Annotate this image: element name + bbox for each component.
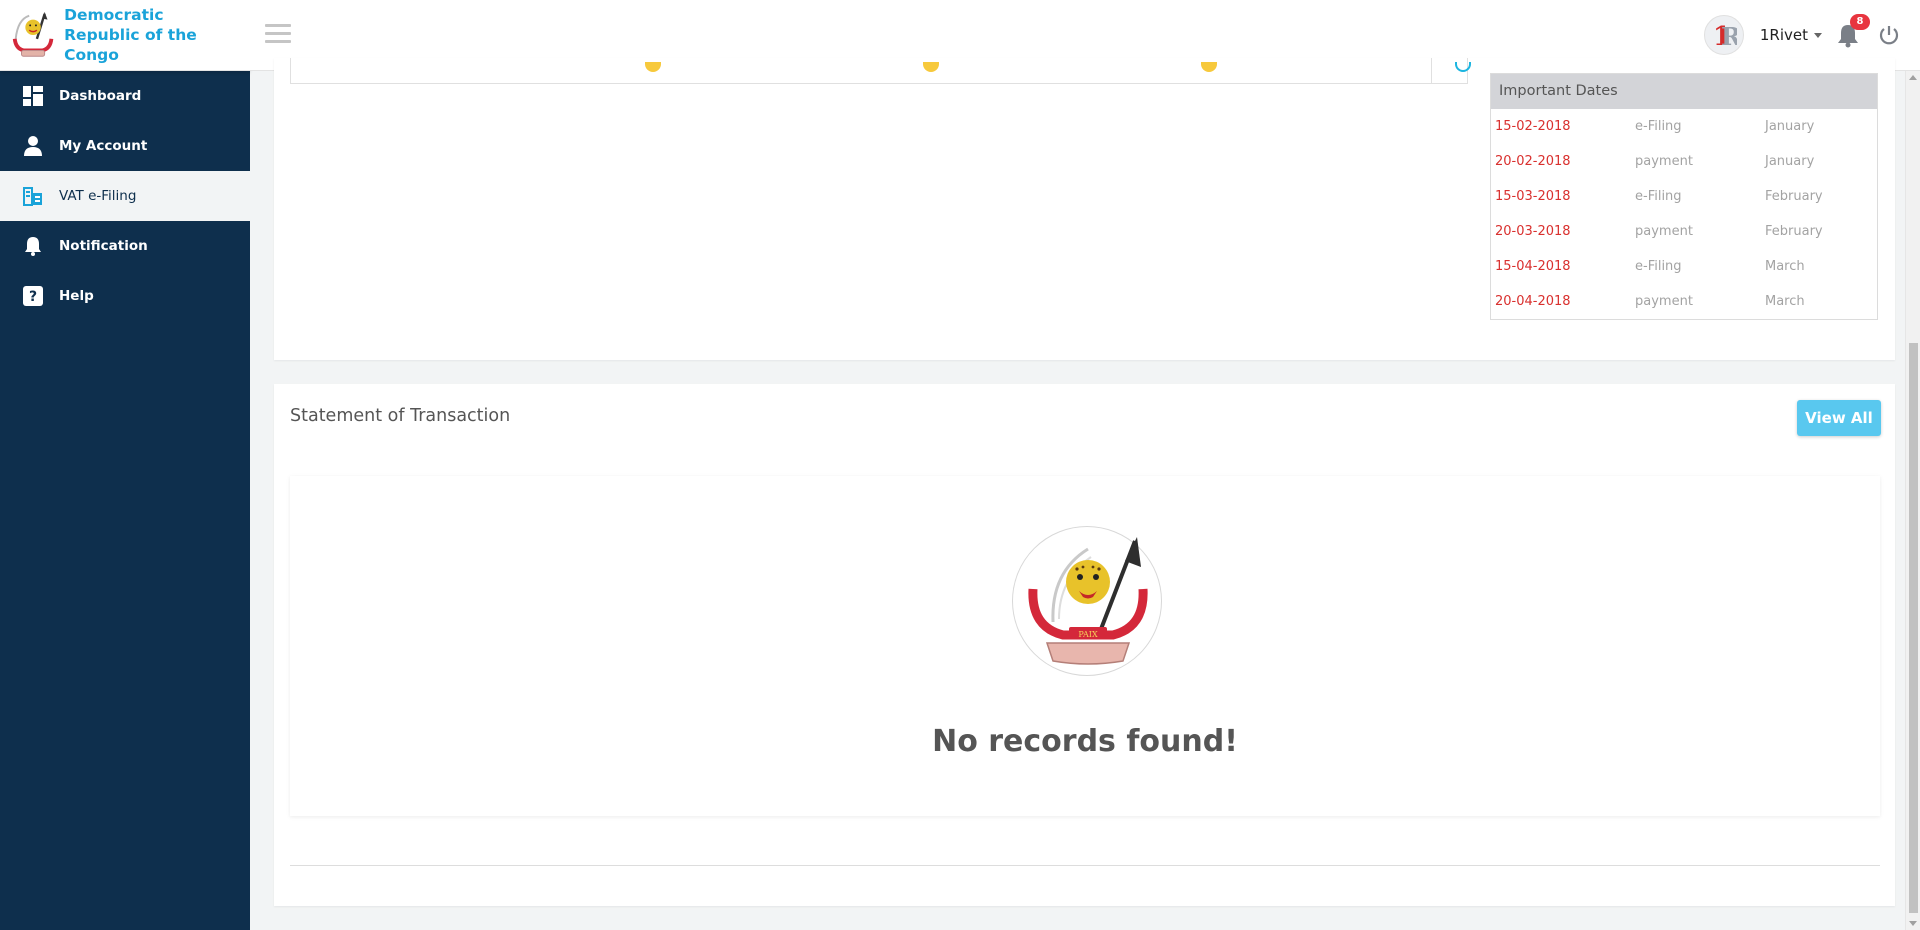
user-menu-dropdown[interactable]: 1Rivet — [1760, 26, 1822, 44]
empty-message: No records found! — [932, 724, 1238, 759]
brand-title-line2: Republic of the Congo — [64, 26, 197, 64]
svg-text:PAIX: PAIX — [1078, 630, 1098, 639]
type-cell: payment — [1635, 224, 1693, 239]
sidebar-item-label: Dashboard — [59, 88, 142, 104]
sidebar-item-label: VAT e-Filing — [59, 188, 137, 204]
table-row: 15-04-2018 e-Filing March — [1491, 249, 1877, 284]
coat-of-arms-emblem: PAIX — [1012, 526, 1162, 676]
user-avatar[interactable]: 1 R — [1703, 15, 1744, 55]
table-row: 20-04-2018 payment March — [1491, 284, 1877, 319]
statement-title: Statement of Transaction — [290, 406, 511, 426]
coat-of-arms-logo — [12, 11, 54, 57]
brand-title-line1: Democratic — [64, 6, 164, 24]
sidebar-nav: Dashboard My Account VAT e-Filing Notifi… — [0, 71, 250, 321]
progress-step-marker — [1455, 62, 1471, 72]
power-logout-icon[interactable] — [1878, 24, 1900, 46]
statement-card: Statement of Transaction View All PAIX N… — [274, 384, 1895, 906]
sidebar-item-vat-efiling[interactable]: VAT e-Filing — [0, 171, 250, 221]
type-cell: payment — [1635, 294, 1693, 309]
sidebar-item-label: Help — [59, 288, 94, 304]
sidebar-item-label: Notification — [59, 238, 148, 254]
month-cell: March — [1765, 259, 1805, 274]
scroll-up-arrow-icon[interactable] — [1909, 75, 1917, 80]
menu-toggle-icon[interactable] — [265, 24, 291, 46]
sidebar-item-dashboard[interactable]: Dashboard — [0, 71, 250, 121]
help-icon: ? — [22, 285, 44, 307]
date-cell: 20-03-2018 — [1495, 224, 1571, 239]
notification-bell[interactable]: 8 — [1836, 14, 1870, 48]
important-dates-table: Important Dates 15-02-2018 e-Filing Janu… — [1490, 73, 1878, 320]
filing-progress-tracker — [290, 58, 1471, 84]
overview-card: Important Dates 15-02-2018 e-Filing Janu… — [274, 58, 1895, 360]
progress-step-marker — [1201, 62, 1217, 72]
month-cell: January — [1765, 154, 1815, 169]
view-all-button[interactable]: View All — [1797, 400, 1881, 436]
sidebar-item-label: My Account — [59, 138, 148, 154]
user-name: 1Rivet — [1759, 26, 1808, 44]
date-cell: 15-03-2018 — [1495, 189, 1571, 204]
month-cell: January — [1765, 119, 1815, 134]
sidebar-item-help[interactable]: ? Help — [0, 271, 250, 321]
svg-text:R: R — [1721, 22, 1737, 49]
user-area: 1 R 1Rivet 8 — [1703, 14, 1900, 56]
scrollbar-thumb[interactable] — [1909, 343, 1918, 913]
type-cell: e-Filing — [1635, 119, 1682, 134]
page-scrollbar[interactable] — [1905, 71, 1920, 930]
month-cell: February — [1765, 189, 1823, 204]
date-cell: 15-04-2018 — [1495, 259, 1571, 274]
scroll-down-arrow-icon[interactable] — [1909, 921, 1917, 926]
date-cell: 20-04-2018 — [1495, 294, 1571, 309]
notification-count-badge: 8 — [1850, 14, 1870, 30]
vat-filing-icon — [22, 185, 44, 207]
dashboard-grid-icon — [22, 85, 44, 107]
table-row: 20-02-2018 payment January — [1491, 144, 1877, 179]
sidebar: Democratic Republic of the Congo Dashboa… — [0, 0, 250, 930]
progress-step-marker — [645, 62, 661, 72]
empty-state: PAIX No records found! — [290, 476, 1880, 816]
progress-step-marker — [923, 62, 939, 72]
sidebar-item-my-account[interactable]: My Account — [0, 121, 250, 171]
rivet-logo-icon: 1 R — [1713, 22, 1737, 49]
date-cell: 15-02-2018 — [1495, 119, 1571, 134]
type-cell: e-Filing — [1635, 259, 1682, 274]
sidebar-item-notification[interactable]: Notification — [0, 221, 250, 271]
caret-down-icon — [1814, 33, 1822, 38]
bell-icon — [22, 235, 44, 257]
brand-header[interactable]: Democratic Republic of the Congo — [0, 0, 250, 71]
month-cell: February — [1765, 224, 1823, 239]
date-cell: 20-02-2018 — [1495, 154, 1571, 169]
type-cell: payment — [1635, 154, 1693, 169]
important-dates-title: Important Dates — [1491, 74, 1877, 109]
svg-text:?: ? — [29, 289, 37, 305]
month-cell: March — [1765, 294, 1805, 309]
divider — [1431, 58, 1432, 84]
table-row: 15-03-2018 e-Filing February — [1491, 179, 1877, 214]
user-icon — [22, 135, 44, 157]
divider — [290, 865, 1880, 866]
brand-title: Democratic Republic of the Congo — [64, 5, 250, 65]
table-row: 20-03-2018 payment February — [1491, 214, 1877, 249]
type-cell: e-Filing — [1635, 189, 1682, 204]
table-row: 15-02-2018 e-Filing January — [1491, 109, 1877, 144]
